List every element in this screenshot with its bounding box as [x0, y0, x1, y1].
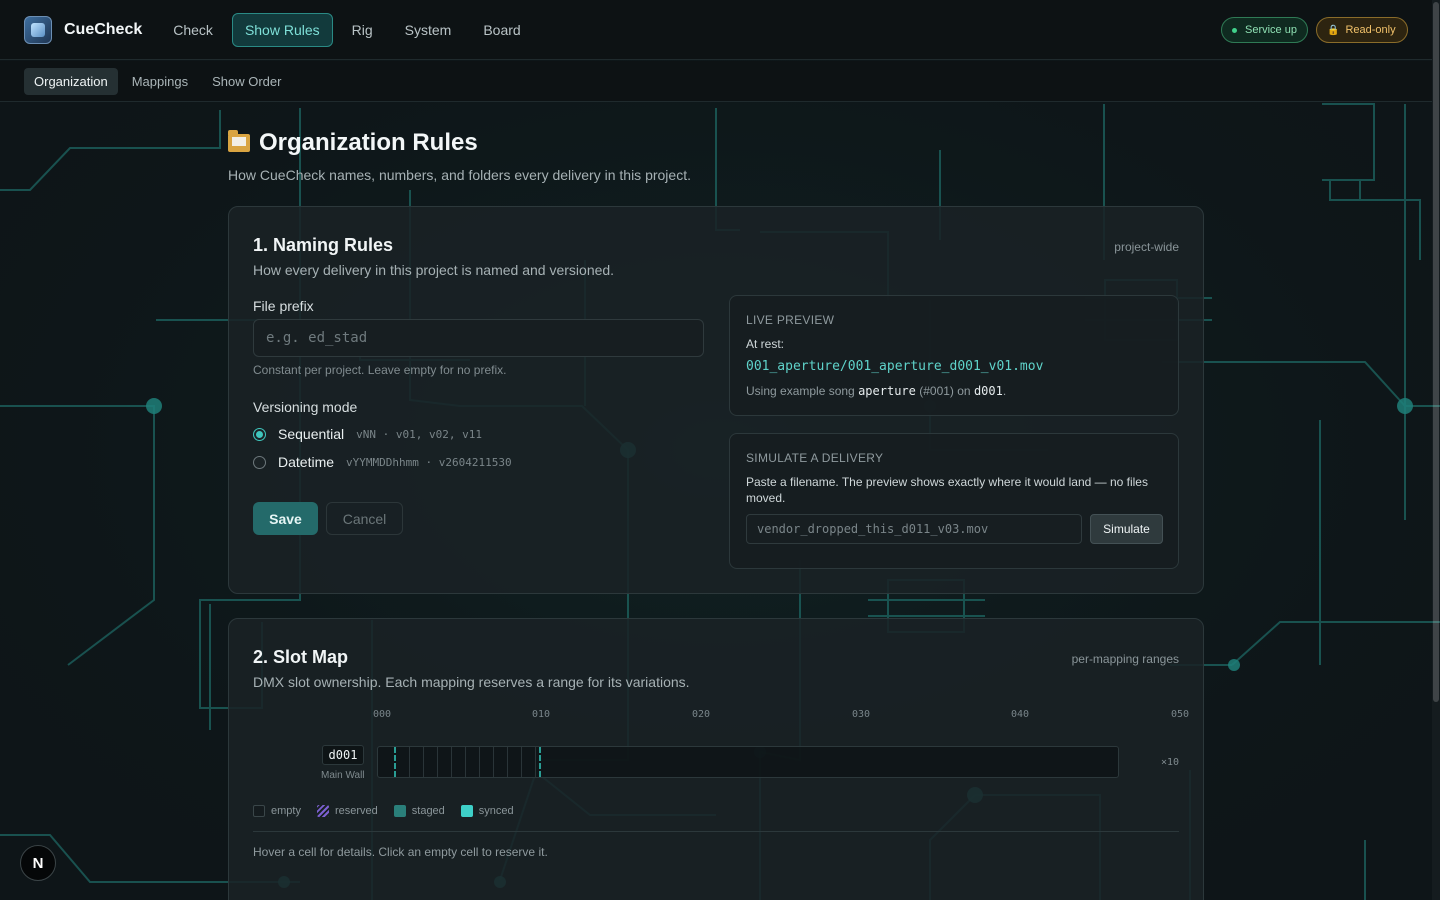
ruler-tick: 040	[1010, 709, 1030, 720]
legend-reserved: reserved	[316, 805, 378, 817]
slot-track[interactable]	[377, 746, 1119, 778]
nav-rig[interactable]: Rig	[339, 13, 386, 47]
app-name[interactable]: CueCheck	[64, 21, 142, 39]
legend-empty: empty	[253, 805, 301, 817]
service-status-badge: Service up	[1221, 17, 1308, 43]
legend-synced: synced	[460, 805, 514, 817]
live-preview-panel: LIVE PREVIEW At rest: 001_aperture/001_a…	[729, 295, 1179, 416]
save-button[interactable]: Save	[253, 502, 318, 535]
reserved-slot-range[interactable]	[394, 747, 541, 777]
main-content: Organization Rules How CueCheck names, n…	[228, 102, 1204, 900]
page-subtitle: How CueCheck names, numbers, and folders…	[228, 167, 691, 183]
slot-range-count: ×10	[1161, 757, 1180, 768]
ruler-tick: 000	[372, 709, 392, 720]
service-status-label: Service up	[1245, 24, 1297, 36]
nav-check[interactable]: Check	[160, 13, 226, 47]
ruler-tick: 020	[691, 709, 711, 720]
versioning-option-sequential[interactable]: Sequential vNN · v01, v02, v11	[253, 426, 482, 442]
sequential-format: vNN · v01, v02, v11	[356, 427, 483, 441]
nav-system[interactable]: System	[392, 13, 465, 47]
nav-show-rules[interactable]: Show Rules	[231, 12, 333, 47]
legend-synced-label: synced	[478, 805, 514, 817]
at-rest-label: At rest:	[746, 337, 785, 351]
simulate-filename-input[interactable]: vendor_dropped_this_d011_v03.mov	[746, 514, 1082, 544]
folder-icon	[228, 130, 250, 152]
datetime-format: vYYMMDDhhmm · v2604211530	[346, 455, 512, 469]
empty-swatch-icon	[253, 805, 265, 817]
ruler-tick: 030	[851, 709, 871, 720]
preview-example-note: Using example song aperture (#001) on d0…	[746, 384, 1006, 398]
live-preview-heading: LIVE PREVIEW	[746, 313, 835, 327]
preview-path: 001_aperture/001_aperture_d001_v01.mov	[746, 359, 1044, 374]
sub-navigation: Organization Mappings Show Order	[0, 61, 1432, 102]
slot-map-description: DMX slot ownership. Each mapping reserve…	[253, 674, 690, 690]
top-bar: CueCheck Check Show Rules Rig System Boa…	[0, 0, 1432, 60]
ruler-tick: 010	[531, 709, 551, 720]
simulate-delivery-panel: SIMULATE A DELIVERY Paste a filename. Th…	[729, 433, 1179, 569]
file-prefix-label: File prefix	[253, 298, 314, 314]
reserved-swatch-icon	[316, 805, 329, 817]
simulate-heading: SIMULATE A DELIVERY	[746, 451, 884, 465]
status-dot-icon	[1232, 27, 1237, 33]
datetime-radio[interactable]	[253, 455, 266, 469]
example-note-text: Using example song	[746, 384, 855, 398]
page-title: Organization Rules	[259, 129, 478, 156]
scrollbar[interactable]	[1432, 0, 1440, 900]
slot-map-hint: Hover a cell for details. Click an empty…	[253, 845, 548, 859]
file-prefix-input[interactable]: e.g. ed_stad	[253, 319, 704, 357]
slot-ruler: 000 010 020 030 040 050	[229, 709, 1205, 723]
legend-empty-label: empty	[271, 805, 301, 817]
staged-swatch-icon	[393, 805, 406, 817]
scrollbar-thumb[interactable]	[1433, 2, 1439, 702]
slot-map-title: 2. Slot Map	[253, 647, 349, 667]
lock-icon: 🔒	[1327, 24, 1340, 36]
naming-rules-scope: project-wide	[1114, 240, 1179, 254]
read-only-label: Read-only	[1345, 24, 1396, 36]
naming-rules-card: 1. Naming Rules project-wide How every d…	[228, 206, 1204, 594]
versioning-option-datetime[interactable]: Datetime vYYMMDDhhmm · v2604211530	[253, 454, 512, 470]
tab-organization[interactable]: Organization	[24, 67, 118, 95]
legend-reserved-label: reserved	[334, 805, 378, 817]
page-title-row: Organization Rules	[228, 129, 1204, 157]
example-song-number: (#001) on	[919, 384, 971, 398]
nav-board[interactable]: Board	[470, 13, 533, 47]
tab-mappings[interactable]: Mappings	[122, 68, 198, 95]
sequential-label[interactable]: Sequential	[278, 426, 344, 442]
sequential-radio[interactable]	[253, 427, 266, 441]
read-only-badge: 🔒 Read-only	[1316, 17, 1408, 43]
datetime-label[interactable]: Datetime	[278, 454, 334, 470]
legend-staged-label: staged	[411, 805, 445, 817]
app-logo-icon[interactable]	[24, 15, 52, 44]
simulate-button[interactable]: Simulate	[1090, 514, 1163, 544]
naming-rules-description: How every delivery in this project is na…	[253, 262, 615, 278]
example-device: d001	[973, 384, 1003, 398]
ruler-tick: 050	[1170, 709, 1190, 720]
mapping-id: d001	[322, 745, 364, 765]
example-song: aperture	[858, 384, 916, 398]
cancel-button[interactable]: Cancel	[326, 502, 403, 535]
mapping-name: Main Wall	[321, 770, 365, 781]
dev-tools-n-icon[interactable]: N	[20, 845, 56, 881]
tab-show-order[interactable]: Show Order	[202, 68, 291, 95]
slot-map-card: 2. Slot Map per-mapping ranges DMX slot …	[228, 618, 1204, 900]
file-prefix-hint: Constant per project. Leave empty for no…	[253, 363, 507, 377]
legend-staged: staged	[393, 805, 445, 817]
versioning-mode-label: Versioning mode	[253, 399, 358, 415]
example-note-period: .	[1002, 384, 1007, 398]
slot-map-scope: per-mapping ranges	[1071, 652, 1179, 666]
synced-swatch-icon	[460, 805, 473, 817]
naming-rules-title: 1. Naming Rules	[253, 235, 394, 255]
simulate-description: Paste a filename. The preview shows exac…	[746, 475, 1148, 505]
slot-legend: empty reserved staged synced	[253, 805, 530, 817]
divider	[253, 831, 1179, 832]
